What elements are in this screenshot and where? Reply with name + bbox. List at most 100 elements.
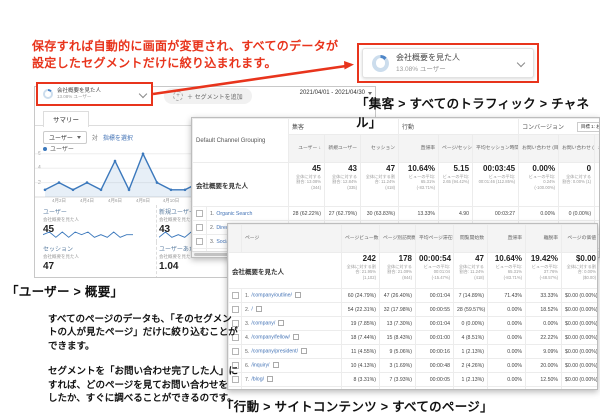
dropdown-arrow-icon xyxy=(77,136,81,139)
summary-segment-name: 会社概要を見た人 xyxy=(193,163,289,207)
caption-all-pages: 「行動 > サイトコンテンツ > すべてのページ」 xyxy=(221,396,493,415)
column-header[interactable]: ページ別訪問数 xyxy=(380,225,416,253)
column-header[interactable]: ページの価値 xyxy=(562,225,599,253)
metric-cell: 00:00:16 xyxy=(416,345,454,359)
page-link[interactable]: /company/outline/ xyxy=(251,293,292,299)
external-link-icon[interactable] xyxy=(267,376,273,382)
metric-cell: 0.00% xyxy=(488,373,526,387)
metric-card-label[interactable]: ユーザー xyxy=(43,207,150,216)
external-link-icon[interactable] xyxy=(293,334,299,340)
column-header[interactable]: 直帰率 xyxy=(399,135,439,163)
column-header[interactable]: お問い合わせ (目標 1 の完了数) xyxy=(559,135,595,163)
row-checkbox[interactable] xyxy=(232,292,239,299)
segment-chip-highlight[interactable]: 会社概要を見た人 13.08% ユーザー xyxy=(36,82,153,106)
external-link-icon[interactable] xyxy=(256,306,262,312)
add-segment-button[interactable]: + ＋ セグメントを追加 xyxy=(164,88,252,104)
dimension-header[interactable]: ページ xyxy=(242,225,342,253)
metric-cell: 00:00:48 xyxy=(416,359,454,373)
page-link[interactable]: / xyxy=(251,307,252,313)
column-header[interactable]: お問い合わせ (目標 1 の値) xyxy=(595,135,600,163)
summary-value-cell: 43全体に対する割合: 12.84% (335) xyxy=(325,163,361,207)
metric-cell: 18 (7.44%) xyxy=(342,331,380,345)
date-range-selector[interactable]: 2021/04/01 - 2021/04/30 xyxy=(252,90,372,96)
summary-sub-value: ビューの平均: 00:01:04 (-15.47%) xyxy=(419,264,450,280)
row-checkbox[interactable] xyxy=(232,306,239,313)
metric-cell: 0.00% xyxy=(526,317,562,331)
summary-sub-value: 全体に対する割合: 21.95% (1,102) xyxy=(345,264,376,280)
column-header[interactable]: 新規ユーザー xyxy=(325,135,361,163)
column-header[interactable]: セッション xyxy=(361,135,399,163)
metric-card-segment: 会社概要を見た人 xyxy=(43,217,150,223)
summary-main-value: 0.00% xyxy=(522,164,555,174)
column-header[interactable]: 離脱率 xyxy=(526,225,562,253)
metric-card: セッション会社概要を見た人47 xyxy=(41,242,157,278)
x-tick-label: 4月4日 xyxy=(80,198,94,204)
column-header[interactable]: 平均ページ滞在時間 xyxy=(416,225,454,253)
table-row: 1.Organic Search28 (62.22%)27 (62.79%)30… xyxy=(193,207,600,221)
pages-table: ページページビュー数 ↓ページ別訪問数平均ページ滞在時間閲覧開始数直帰率離脱率ペ… xyxy=(228,224,598,390)
segment-card[interactable]: 会社概要を見た人 13.08% ユーザー xyxy=(362,48,534,78)
table-row: 1./company/outline/60 (24.79%)47 (26.40%… xyxy=(229,289,599,303)
pages-table-panel: ページページビュー数 ↓ページ別訪問数平均ページ滞在時間閲覧開始数直帰率離脱率ペ… xyxy=(227,223,598,390)
metric-cell: 00:03:27 xyxy=(473,207,519,221)
summary-main-value: 45 xyxy=(292,164,321,174)
column-header[interactable]: ページ/セッション xyxy=(439,135,473,163)
metric-cell: 6 (3.37%) xyxy=(380,387,416,391)
page-link[interactable]: /company/fellow/ xyxy=(251,335,290,341)
external-link-icon[interactable] xyxy=(273,362,279,368)
page-link[interactable]: /company/ xyxy=(251,321,275,327)
table-row: 2./54 (22.31%)32 (17.98%)00:00:5528 (59.… xyxy=(229,303,599,317)
page-link[interactable]: /blog/ xyxy=(251,377,264,383)
column-header[interactable]: ページビュー数 ↓ xyxy=(342,225,380,253)
column-header[interactable]: 平均セッション時間 xyxy=(473,135,519,163)
metric-cell: 00:00:55 xyxy=(416,303,454,317)
column-header[interactable]: お問い合わせ (目標 1 のコンバージョン率) xyxy=(519,135,559,163)
summary-value-cell: 47全体に対する割合: 11.24% (418) xyxy=(361,163,399,207)
metric-cell: 00:00:14 xyxy=(416,387,454,391)
summary-main-value: 178 xyxy=(383,254,412,264)
external-link-icon[interactable] xyxy=(295,292,301,298)
metric-card: ユーザー会社概要を見た人45 xyxy=(41,205,157,242)
summary-sub-value: 全体に対する割合: 0.00% (1) xyxy=(562,174,591,185)
metric-cell: 47 (26.40%) xyxy=(380,289,416,303)
metric-cell: 0.00% xyxy=(519,207,559,221)
summary-main-value: 5.15 xyxy=(442,164,469,174)
column-header[interactable]: 閲覧開始数 xyxy=(454,225,488,253)
metric-cell: $0.00 (0.00%) xyxy=(562,345,599,359)
select-metric-link[interactable]: 指標を選択 xyxy=(103,133,133,142)
summary-sub-value: ビューの平均: 0.24% (-100.00%) xyxy=(522,174,555,190)
metric-cell: 0.00% xyxy=(488,359,526,373)
external-link-icon[interactable] xyxy=(278,320,284,326)
page-link[interactable]: /company/president/ xyxy=(251,349,298,355)
summary-main-value: 00:00:54 xyxy=(419,254,450,264)
x-tick-label: 4月8日 xyxy=(136,198,150,204)
summary-main-value: 19.42% xyxy=(529,254,558,264)
metric-cell: 1 (2.13%) xyxy=(454,373,488,387)
metric-cell: 19 (7.85%) xyxy=(342,317,380,331)
channel-link[interactable]: Organic Search xyxy=(216,211,252,217)
external-link-icon[interactable] xyxy=(301,348,307,354)
summary-value-cell: 242全体に対する割合: 21.95% (1,102) xyxy=(342,253,380,289)
column-header[interactable]: ユーザー ↓ xyxy=(289,135,325,163)
metric-cell: $0.00 (0.00%) xyxy=(562,359,599,373)
summary-sub-value: ビューの平均: 00:01:46 (112.85%) xyxy=(476,174,515,185)
segment-donut-icon xyxy=(43,89,53,99)
row-checkbox[interactable] xyxy=(196,238,203,245)
column-header[interactable]: 直帰率 xyxy=(488,225,526,253)
vs-label: 対 xyxy=(92,133,98,142)
page-link[interactable]: /inquiry/ xyxy=(251,363,269,369)
add-segment-icon: + xyxy=(173,91,183,101)
summary-value-cell: 178全体に対する割合: 21.09% (844) xyxy=(380,253,416,289)
metric-card-label[interactable]: セッション xyxy=(43,244,150,253)
tab-summary[interactable]: サマリー xyxy=(43,111,89,127)
dimension-header[interactable]: Default Channel Grouping xyxy=(193,119,289,163)
summary-sub-value: ビューの平均: 65.31% (-83.71%) xyxy=(491,264,522,280)
row-checkbox[interactable] xyxy=(196,224,203,231)
metric-cell: 12.50% xyxy=(526,373,562,387)
metric-sparkline xyxy=(43,230,133,241)
row-checkbox[interactable] xyxy=(196,210,203,217)
summary-sub-value: 全体に対する割合: 11.24% (418) xyxy=(364,174,395,190)
x-tick-label: 4月10日 xyxy=(163,198,180,204)
x-tick-label: 4月6日 xyxy=(108,198,122,204)
metric-dropdown[interactable]: ユーザー xyxy=(43,131,87,144)
